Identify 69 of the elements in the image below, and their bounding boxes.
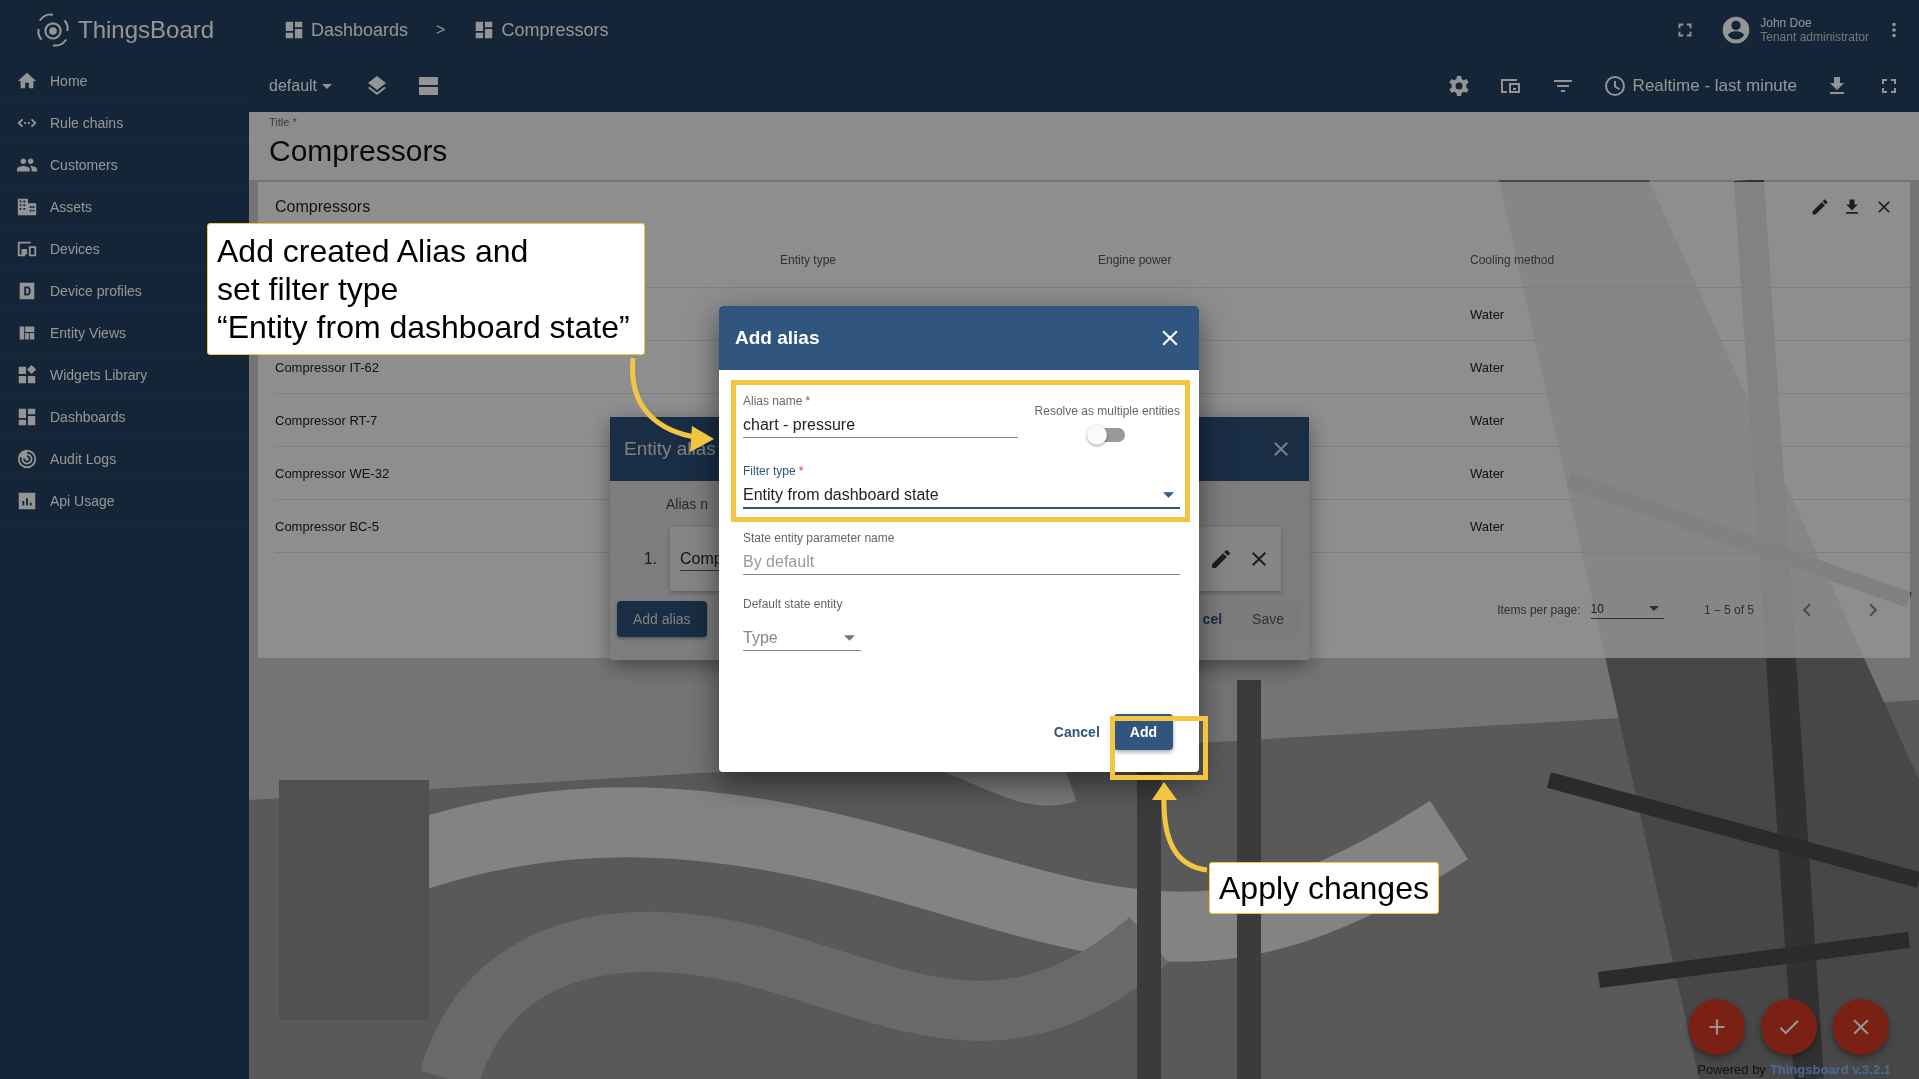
sidebar-item[interactable]: Assets bbox=[50, 198, 92, 215]
column-header[interactable]: Cooling method bbox=[1470, 252, 1555, 267]
required-mark: * bbox=[805, 394, 811, 408]
field-label: Filter type bbox=[743, 464, 796, 478]
table-cell: Compressor WE-32 bbox=[275, 465, 390, 481]
callout-text: Apply changes bbox=[1209, 862, 1439, 914]
edit-icon[interactable] bbox=[1810, 197, 1830, 217]
radar-icon bbox=[16, 447, 38, 470]
column-header: Alias n bbox=[666, 496, 709, 512]
sidebar-item[interactable]: Audit Logs bbox=[50, 450, 117, 467]
column-header[interactable]: Engine power bbox=[1098, 252, 1172, 267]
breadcrumb-link[interactable]: Dashboards bbox=[311, 19, 409, 41]
widget-title: Compressors bbox=[275, 198, 371, 216]
sidebar-item[interactable]: Home bbox=[50, 72, 88, 89]
callout-text: Add created Alias and set filter type “Entity from dashboard state” bbox=[207, 223, 645, 355]
table-cell: Compressor BC-5 bbox=[275, 518, 380, 534]
table-cell: Water bbox=[1470, 412, 1505, 428]
state-dropdown[interactable]: default bbox=[269, 77, 338, 95]
sidebar-item[interactable]: Devices bbox=[50, 240, 100, 257]
app-name: ThingsBoard bbox=[78, 16, 215, 44]
sidebar-item[interactable]: Widgets Library bbox=[50, 366, 148, 383]
table-cell: Water bbox=[1470, 465, 1505, 481]
caret-icon bbox=[322, 83, 333, 89]
page-size-select[interactable]: 10 bbox=[1590, 601, 1664, 619]
parameter-name-field[interactable]: By default bbox=[743, 553, 1180, 571]
dialog-title: Add alias bbox=[735, 327, 820, 349]
row-number: 1. bbox=[642, 550, 658, 568]
required-mark: * bbox=[798, 464, 804, 478]
type-select[interactable]: Type bbox=[743, 629, 861, 651]
clock-icon bbox=[1602, 74, 1627, 98]
settings-icon[interactable] bbox=[1446, 74, 1471, 98]
caret-icon bbox=[1648, 606, 1659, 611]
sidebar-item[interactable]: Entity Views bbox=[50, 324, 126, 341]
sidebar-item[interactable]: Dashboards bbox=[50, 408, 126, 425]
toggle-label: Resolve as multiple entities bbox=[1034, 404, 1180, 418]
dialog-button[interactable]: cel bbox=[1196, 601, 1229, 637]
caret-icon bbox=[844, 635, 855, 641]
items-per-page-label: Items per page: bbox=[1497, 603, 1581, 617]
alias-name-field[interactable]: chart - pressure bbox=[743, 416, 1018, 434]
field-label: Default state entity bbox=[743, 597, 844, 611]
table-cell: Water bbox=[1470, 359, 1505, 375]
dialog-button[interactable]: Add alias bbox=[617, 601, 707, 637]
table-cell: Water bbox=[1470, 518, 1505, 534]
edit-icon[interactable] bbox=[1209, 547, 1233, 571]
user-role: Tenant administrator bbox=[1760, 30, 1869, 44]
timewindow-button[interactable]: Realtime - last minute bbox=[1602, 74, 1797, 98]
page-range: 1 – 5 of 5 bbox=[1703, 603, 1754, 617]
filter-type-select[interactable]: Entity from dashboard state bbox=[743, 486, 1180, 504]
table-cell: Compressor RT-7 bbox=[275, 412, 378, 428]
breadcrumb-link[interactable]: Compressors bbox=[501, 19, 609, 41]
sidebar-item[interactable]: Api Usage bbox=[50, 492, 115, 509]
table-cell: Water bbox=[1470, 306, 1505, 322]
toggle-switch[interactable] bbox=[1089, 428, 1126, 442]
sidebar-item[interactable]: Device profiles bbox=[50, 282, 142, 299]
table-cell: Compressor IT-62 bbox=[275, 359, 380, 375]
cancel-button[interactable]: Cancel bbox=[1053, 724, 1100, 740]
sidebar-item[interactable]: Customers bbox=[50, 156, 118, 173]
logo-icon bbox=[34, 11, 72, 49]
field-label: State entity parameter name bbox=[743, 531, 896, 547]
breadcrumb-separator: > bbox=[436, 21, 446, 39]
user-name: John Doe bbox=[1760, 16, 1813, 30]
column-header[interactable]: Entity type bbox=[780, 252, 837, 267]
field-label: Title * bbox=[269, 116, 298, 128]
caret-icon bbox=[1163, 492, 1174, 498]
field-label: Alias name bbox=[743, 394, 803, 408]
sidebar-item[interactable]: Rule chains bbox=[50, 114, 124, 131]
dashboard-title: Compressors bbox=[269, 134, 449, 168]
widgets-icon bbox=[16, 363, 38, 386]
dashboard-icon bbox=[283, 19, 305, 41]
